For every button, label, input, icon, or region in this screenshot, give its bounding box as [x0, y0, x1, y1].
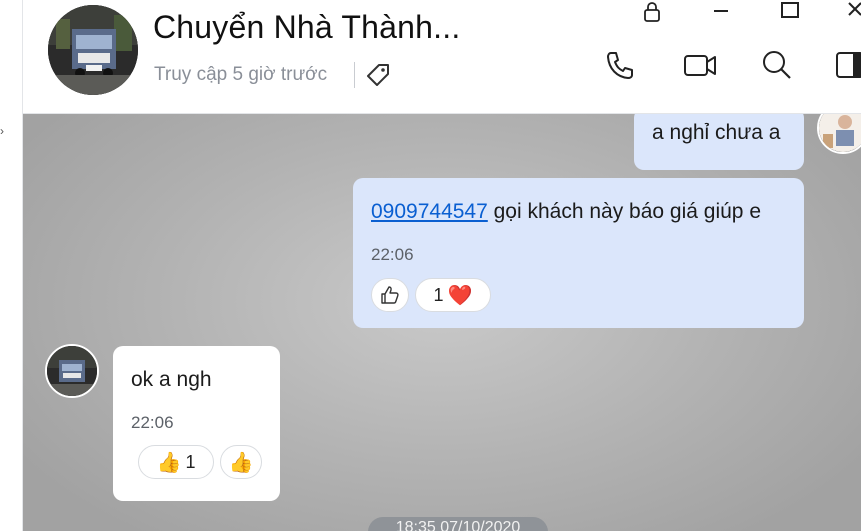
reaction-count: 1: [433, 284, 444, 305]
lock-icon[interactable]: [637, 0, 667, 24]
video-icon[interactable]: [683, 48, 717, 82]
minimize-icon[interactable]: [706, 0, 736, 24]
left-panel-edge: ›: [0, 0, 23, 531]
chat-message-area[interactable]: a nghỉ chưa a 0909744547 gọi khách này b…: [23, 114, 861, 531]
chat-header: Chuyển Nhà Thành... Truy cập 5 giờ trước: [23, 0, 861, 114]
heart-icon: ❤️: [447, 284, 473, 307]
thumbs-up-icon: 👍: [228, 451, 254, 474]
message-bubble-outgoing[interactable]: 0909744547 gọi khách này báo giá giúp e …: [353, 178, 804, 328]
maximize-icon[interactable]: [775, 0, 805, 24]
status-divider: [354, 62, 355, 88]
message-text-line: 0909744547 gọi khách này báo giá giúp e: [371, 200, 761, 224]
contact-avatar[interactable]: [48, 5, 138, 95]
message-bubble-outgoing[interactable]: a nghỉ chưa a: [634, 114, 804, 170]
thumbs-up-outline-icon: [381, 286, 399, 304]
phone-icon[interactable]: [603, 48, 637, 82]
message-bubble-incoming[interactable]: ok a ngh 22:06 👍 1 👍: [113, 346, 280, 501]
tag-icon[interactable]: [364, 61, 392, 89]
heart-reaction-summary[interactable]: 1 ❤️: [415, 278, 491, 312]
close-icon[interactable]: [841, 0, 861, 24]
thumbs-up-icon: 👍: [156, 451, 182, 474]
message-time: 22:06: [371, 245, 414, 264]
resize-handle-mark[interactable]: ›: [0, 125, 6, 137]
phone-number-link[interactable]: 0909744547: [371, 200, 488, 223]
message-time: 22:06: [131, 413, 174, 432]
sidebar-toggle-icon[interactable]: [833, 48, 861, 82]
contact-name[interactable]: Chuyển Nhà Thành...: [153, 9, 460, 46]
message-text: gọi khách này báo giá giúp e: [487, 200, 762, 223]
message-text: ok a ngh: [131, 368, 212, 391]
date-separator: 18:35 07/10/2020: [368, 517, 548, 531]
reaction-count: 1: [185, 451, 196, 472]
like-reaction-button[interactable]: 👍: [220, 445, 262, 479]
message-text: a nghỉ chưa a: [652, 121, 781, 144]
thumbs-up-reaction-summary[interactable]: 👍 1: [138, 445, 214, 479]
last-seen-status: Truy cập 5 giờ trước: [154, 64, 328, 85]
my-avatar[interactable]: [817, 114, 861, 154]
search-icon[interactable]: [760, 48, 794, 82]
like-reaction-button[interactable]: [371, 278, 409, 312]
contact-avatar-small[interactable]: [45, 344, 99, 398]
